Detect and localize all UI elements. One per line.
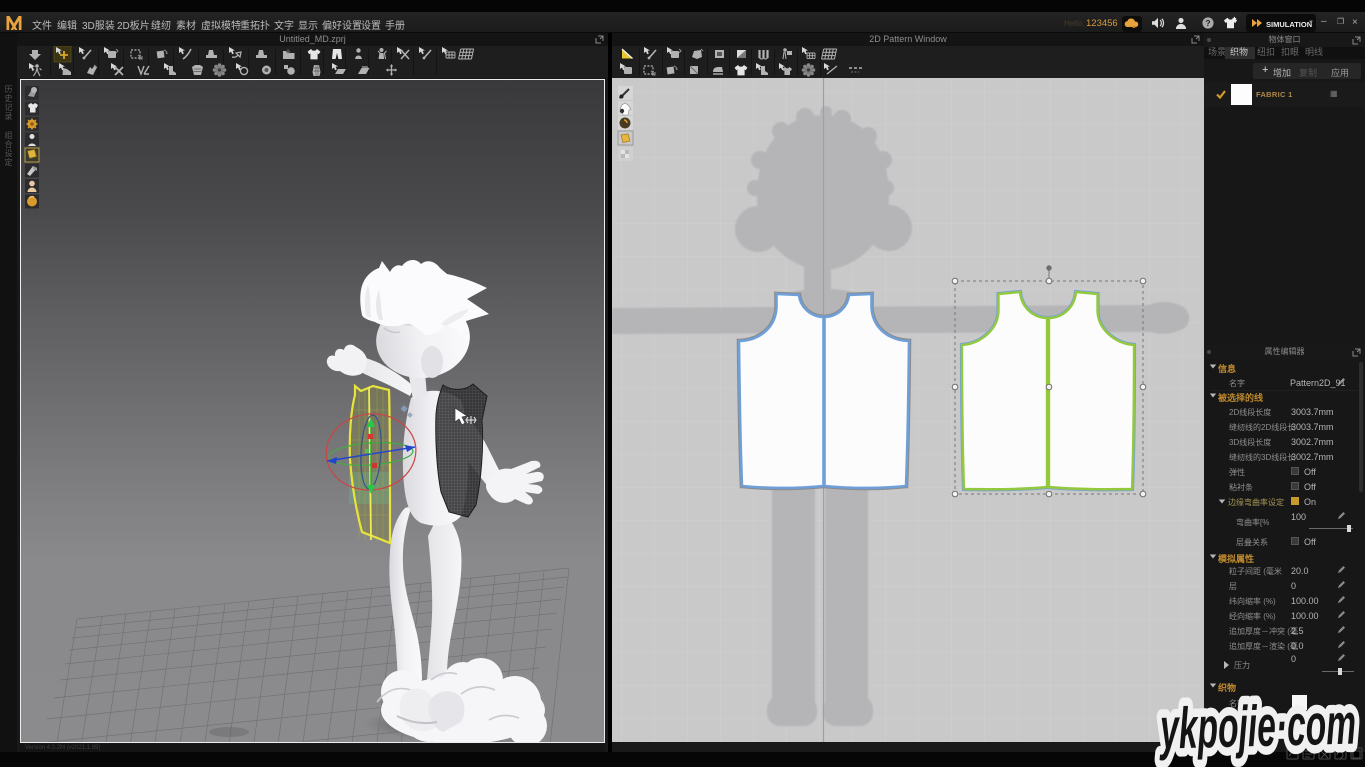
svg-text:ykpojie·com: ykpojie·com: [1158, 691, 1357, 761]
svg-text:?: ?: [1205, 18, 1210, 28]
